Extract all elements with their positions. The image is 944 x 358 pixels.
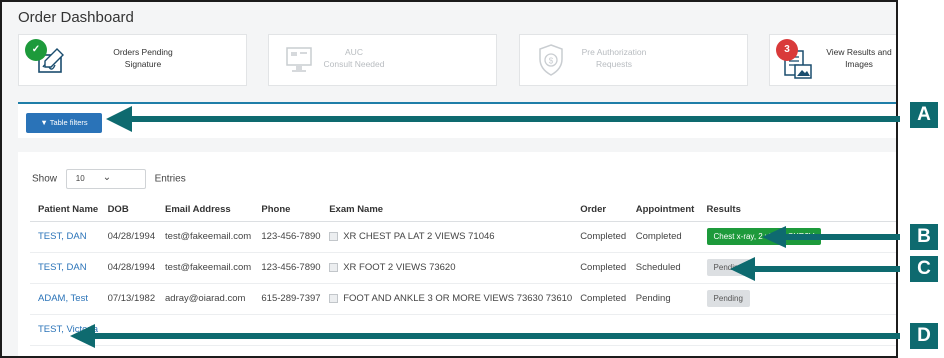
arrow-b-head — [762, 226, 786, 248]
callout-b: B — [910, 224, 938, 250]
callout-c: C — [910, 256, 938, 282]
callout-d: D — [910, 323, 938, 349]
callout-a: A — [910, 102, 938, 128]
arrow-a-head — [106, 106, 132, 132]
arrow-d-head — [70, 324, 95, 348]
annotation-arrows — [70, 106, 900, 348]
arrow-c-head — [730, 257, 755, 281]
